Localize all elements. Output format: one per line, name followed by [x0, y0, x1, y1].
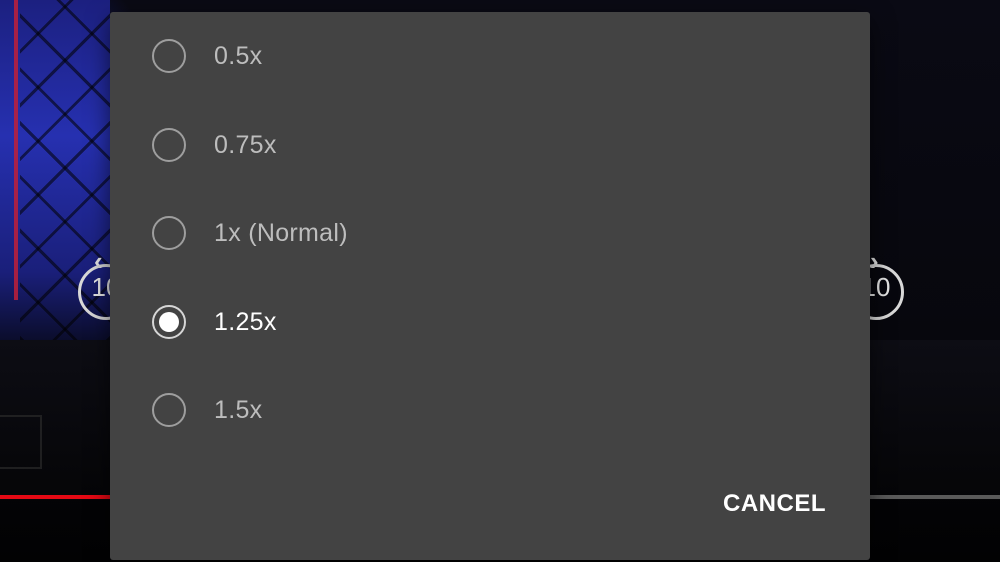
speed-option-0-75x[interactable]: 0.75x: [134, 109, 846, 181]
speed-option-0-5x[interactable]: 0.5x: [134, 20, 846, 92]
video-player-screen: ‹ 10 › 10 0.5x 0.75x 1x (Normal) 1.25x 1…: [0, 0, 1000, 562]
radio-button-icon[interactable]: [152, 128, 186, 162]
speed-option-label: 0.5x: [214, 41, 263, 70]
cancel-button[interactable]: CANCEL: [723, 490, 826, 518]
radio-button-icon[interactable]: [152, 305, 186, 339]
speed-option-label: 1x (Normal): [214, 218, 348, 247]
stage-red-light: [14, 0, 18, 300]
radio-button-icon[interactable]: [152, 216, 186, 250]
speed-option-1x-normal[interactable]: 1x (Normal): [134, 197, 846, 269]
speed-option-label: 0.75x: [214, 130, 277, 159]
stage-table: [0, 415, 42, 469]
radio-dot-icon: [159, 312, 179, 332]
radio-button-icon[interactable]: [152, 39, 186, 73]
playback-speed-dialog: 0.5x 0.75x 1x (Normal) 1.25x 1.5x CANCEL: [110, 12, 870, 560]
speed-option-label: 1.5x: [214, 395, 263, 424]
speed-option-1-25x[interactable]: 1.25x: [134, 286, 846, 358]
speed-option-1-5x[interactable]: 1.5x: [134, 374, 846, 446]
speed-option-label: 1.25x: [214, 307, 277, 336]
radio-button-icon[interactable]: [152, 393, 186, 427]
progress-fill: [0, 495, 110, 499]
